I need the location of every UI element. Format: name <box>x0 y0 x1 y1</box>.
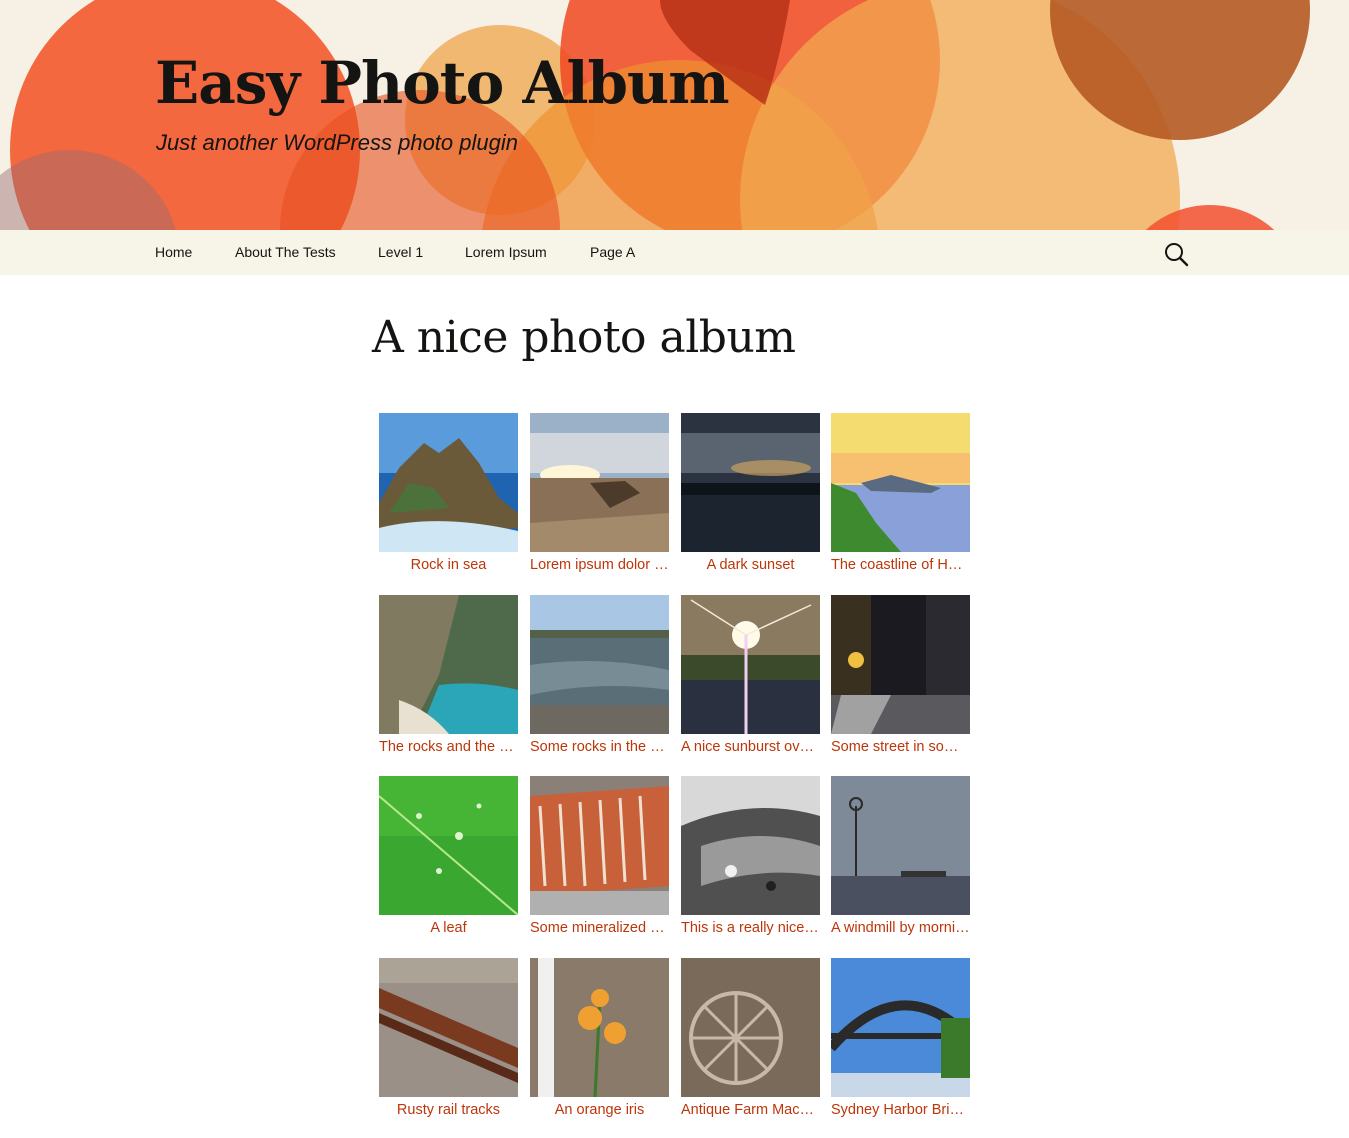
photo-thumbnail[interactable] <box>530 595 669 734</box>
nav-item-home[interactable]: Home <box>155 230 192 275</box>
photo-album-gallery: Rock in sea Lorem ipsum dolor sit amet <box>379 413 979 1133</box>
gallery-item: Antique Farm Machinery <box>681 958 820 1133</box>
photo-caption[interactable]: A windmill by morning <box>831 918 970 938</box>
nav-item-page-a[interactable]: Page A <box>590 230 635 275</box>
photo-caption[interactable]: The coastline of Hawaii <box>831 555 970 575</box>
nav-item-lorem-ipsum[interactable]: Lorem Ipsum <box>465 230 547 275</box>
main-navigation: Home About The Tests Level 1 Lorem Ipsum… <box>0 230 1349 275</box>
gallery-item: Rusty rail tracks <box>379 958 518 1133</box>
site-header: Easy Photo Album Just another WordPress … <box>0 0 1349 230</box>
photo-caption[interactable]: The rocks and the sea <box>379 737 518 757</box>
photo-caption[interactable]: A dark sunset <box>681 555 820 575</box>
gallery-item: Some street in some city <box>831 595 970 770</box>
gallery-item: A leaf <box>379 776 518 951</box>
photo-thumbnail[interactable] <box>831 776 970 915</box>
photo-caption[interactable]: Sydney Harbor Bridge <box>831 1100 970 1120</box>
gallery-item: A dark sunset <box>681 413 820 588</box>
photo-thumbnail[interactable] <box>831 413 970 552</box>
photo-thumbnail[interactable] <box>379 595 518 734</box>
photo-caption[interactable]: Rock in sea <box>379 555 518 575</box>
photo-thumbnail[interactable] <box>379 413 518 552</box>
photo-caption[interactable]: This is a really nice photo <box>681 918 820 938</box>
search-icon <box>1165 243 1189 267</box>
photo-thumbnail[interactable] <box>530 776 669 915</box>
photo-caption[interactable]: A leaf <box>379 918 518 938</box>
photo-thumbnail[interactable] <box>681 776 820 915</box>
nav-item-level-1[interactable]: Level 1 <box>378 230 423 275</box>
gallery-item: A windmill by morning <box>831 776 970 951</box>
photo-caption[interactable]: Antique Farm Machinery <box>681 1100 820 1120</box>
photo-caption[interactable]: Some street in some city <box>831 737 970 757</box>
search-button[interactable] <box>1162 240 1190 268</box>
gallery-item: A nice sunburst over the water <box>681 595 820 770</box>
photo-caption[interactable]: Some mineralized wood <box>530 918 669 938</box>
gallery-item: The coastline of Hawaii <box>831 413 970 588</box>
photo-thumbnail[interactable] <box>681 958 820 1097</box>
photo-caption[interactable]: An orange iris <box>530 1100 669 1120</box>
gallery-item: Some mineralized wood <box>530 776 669 951</box>
nav-item-about-the-tests[interactable]: About The Tests <box>235 230 336 275</box>
photo-thumbnail[interactable] <box>530 958 669 1097</box>
gallery-item: Rock in sea <box>379 413 518 588</box>
photo-caption[interactable]: A nice sunburst over the water <box>681 737 820 757</box>
gallery-item: An orange iris <box>530 958 669 1133</box>
photo-thumbnail[interactable] <box>831 958 970 1097</box>
gallery-item: This is a really nice photo <box>681 776 820 951</box>
photo-caption[interactable]: Lorem ipsum dolor sit amet <box>530 555 669 575</box>
photo-thumbnail[interactable] <box>681 595 820 734</box>
page-title: A nice photo album <box>372 312 796 363</box>
gallery-item: Sydney Harbor Bridge <box>831 958 970 1133</box>
photo-thumbnail[interactable] <box>831 595 970 734</box>
photo-caption[interactable]: Some rocks in the sea <box>530 737 669 757</box>
photo-thumbnail[interactable] <box>681 413 820 552</box>
photo-thumbnail[interactable] <box>379 958 518 1097</box>
gallery-item: The rocks and the sea <box>379 595 518 770</box>
site-title[interactable]: Easy Photo Album <box>155 51 730 116</box>
gallery-item: Some rocks in the sea <box>530 595 669 770</box>
photo-thumbnail[interactable] <box>530 413 669 552</box>
gallery-item: Lorem ipsum dolor sit amet <box>530 413 669 588</box>
photo-caption[interactable]: Rusty rail tracks <box>379 1100 518 1120</box>
site-description: Just another WordPress photo plugin <box>156 130 518 155</box>
photo-thumbnail[interactable] <box>379 776 518 915</box>
